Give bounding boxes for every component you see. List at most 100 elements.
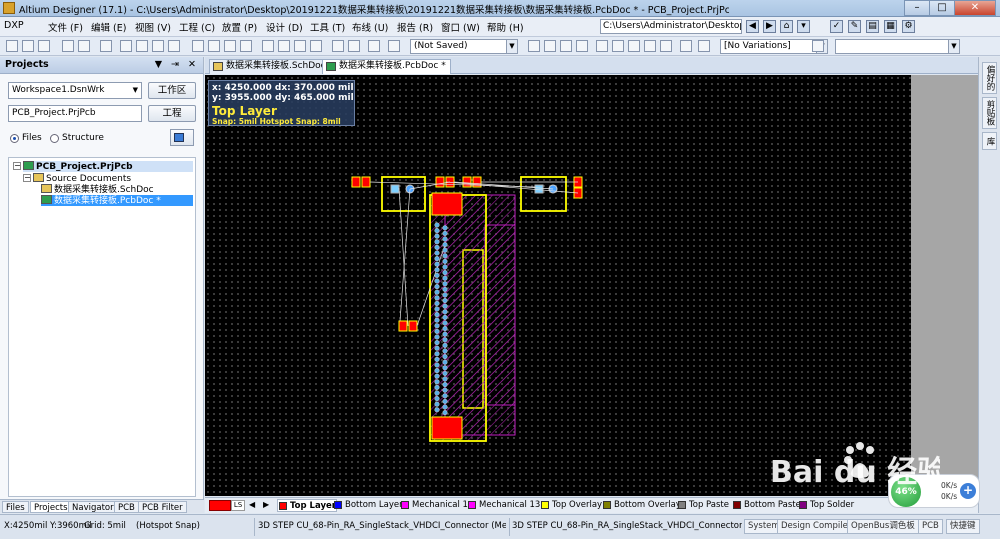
place-fill-icon[interactable] [576,40,588,52]
tree-source-documents[interactable]: Source Documents [33,173,131,184]
layer-scroll-right-icon[interactable]: ▶ [263,500,269,509]
tab-projects[interactable]: Projects [30,501,72,513]
place-via-icon[interactable] [612,40,624,52]
fanout-icon[interactable] [560,40,572,52]
route-diff-pair-icon[interactable] [544,40,556,52]
collapse-icon[interactable]: − [23,174,31,182]
layer-scroll-left-icon[interactable]: ◀ [249,500,255,509]
undo-icon[interactable] [332,40,344,52]
project-button[interactable]: 工程 [148,105,196,122]
paste-icon[interactable] [224,40,236,52]
minimize-button[interactable]: – [904,0,930,16]
extra-combo[interactable]: ▼ [835,39,960,54]
nav-dropdown-icon[interactable]: ▾ [797,20,810,33]
current-layer-swatch[interactable] [209,500,231,511]
collapse-icon[interactable]: − [13,162,21,170]
tree-project-root[interactable]: PCB_Project.PrjPcb [23,161,193,172]
save-state-combo[interactable]: (Not Saved) ▼ [410,39,518,54]
cut-icon[interactable] [192,40,204,52]
variant-icon[interactable] [812,40,824,52]
panel-header-buttons[interactable]: ▼ ⇥ ✕ [155,57,199,73]
status-tab-openbus[interactable]: OpenBus调色板 [847,519,919,534]
zoom-area-icon[interactable] [120,40,132,52]
menu-help[interactable]: 帮助 (H) [487,20,524,34]
open-file-icon[interactable] [22,40,34,52]
layers-icon[interactable]: ▤ [866,20,879,33]
tree-schdoc[interactable]: 数据采集转接板.SchDoc [41,184,154,195]
menu-project[interactable]: 工程 (C) [179,20,215,34]
grid-icon[interactable]: ▦ [884,20,897,33]
layer-tab-top-layer[interactable]: Top Layer [277,499,337,512]
status-tab-design-compiler[interactable]: Design Compiler [777,519,856,534]
interactive-routing-icon[interactable] [528,40,540,52]
nav-back-icon[interactable]: ◀ [746,20,759,33]
menu-tools[interactable]: 工具 (T) [310,20,345,34]
menu-design[interactable]: 设计 (D) [266,20,303,34]
folder-options-icon[interactable] [170,129,194,146]
plus-icon[interactable]: + [960,483,976,499]
zoom-selected-icon[interactable] [152,40,164,52]
layer-tab-top-paste[interactable]: Top Paste [677,499,729,512]
new-file-icon[interactable] [6,40,18,52]
tab-pcbdoc[interactable]: 数据采集转接板.PcbDoc * [322,59,451,74]
save-icon[interactable] [38,40,50,52]
tab-files[interactable]: Files [2,501,29,513]
rail-tab-clipboard[interactable]: 剪贴板 [982,97,997,129]
layer-tab-mechanical-13[interactable]: Mechanical 13 [467,499,540,512]
copy-icon[interactable] [208,40,220,52]
place-polygon-icon[interactable] [644,40,656,52]
open-any-icon[interactable] [100,40,112,52]
tree-pcbdoc[interactable]: 数据采集转接板.PcbDoc * [41,195,193,206]
menu-place[interactable]: 放置 (P) [222,20,257,34]
cross-probe-icon[interactable] [368,40,380,52]
layer-tab-mechanical-1[interactable]: Mechanical 1 [400,499,468,512]
settings-icon[interactable]: ⚙ [902,20,915,33]
tab-navigator[interactable]: Navigator [68,501,118,513]
place-region-icon[interactable] [660,40,672,52]
layer-tab-bottom-overlay[interactable]: Bottom Overlay [602,499,681,512]
redo-icon[interactable] [348,40,360,52]
nav-forward-icon[interactable]: ▶ [763,20,776,33]
menu-view[interactable]: 视图 (V) [135,20,171,34]
layer-tab-top-solder[interactable]: Top Solder [798,499,854,512]
place-array-icon[interactable] [698,40,710,52]
move-icon[interactable] [278,40,290,52]
deselect-icon[interactable] [294,40,306,52]
rubber-stamp-icon[interactable] [240,40,252,52]
print-icon[interactable] [62,40,74,52]
document-path-field[interactable]: C:\Users\Administrator\Desktop\ [600,19,742,34]
pin-icon[interactable]: ✎ [848,20,861,33]
nav-home-icon[interactable]: ⌂ [780,20,793,33]
check-icon[interactable]: ✓ [830,20,843,33]
project-field[interactable]: PCB_Project.PrjPcb [8,105,142,122]
place-string-icon[interactable] [680,40,692,52]
menu-dxp[interactable]: DXP [4,20,24,31]
files-radio[interactable] [10,134,19,143]
menu-route[interactable]: 布线 (U) [352,20,388,34]
browse-components-icon[interactable] [388,40,400,52]
menu-file[interactable]: 文件 (F) [48,20,83,34]
workspace-button[interactable]: 工作区 [148,82,196,99]
select-area-icon[interactable] [262,40,274,52]
menu-reports[interactable]: 报告 (R) [397,20,433,34]
pcb-canvas[interactable] [205,75,911,496]
workspace-combo[interactable]: Workspace1.DsnWrk ▼ [8,82,142,99]
menu-edit[interactable]: 编辑 (E) [91,20,126,34]
menu-window[interactable]: 窗口 (W) [441,20,480,34]
status-tab-pcb[interactable]: PCB [918,519,943,534]
clear-filter-icon[interactable] [310,40,322,52]
tab-schdoc[interactable]: 数据采集转接板.SchDoc [209,59,331,74]
layer-set-button[interactable]: LS [231,500,245,511]
filter-icon[interactable] [168,40,180,52]
tab-pcb[interactable]: PCB [114,501,139,513]
maximize-button[interactable]: □ [929,0,955,16]
place-arc-icon[interactable] [628,40,640,52]
layer-tab-bottom-paste[interactable]: Bottom Paste [732,499,801,512]
rail-tab-library[interactable]: 库 [982,132,997,150]
tab-pcb-filter[interactable]: PCB Filter [138,501,187,513]
structure-radio[interactable] [50,134,59,143]
layer-tab-top-overlay[interactable]: Top Overlay [540,499,602,512]
print-preview-icon[interactable] [78,40,90,52]
place-pad-icon[interactable] [596,40,608,52]
pcb-drawing[interactable] [205,75,911,496]
